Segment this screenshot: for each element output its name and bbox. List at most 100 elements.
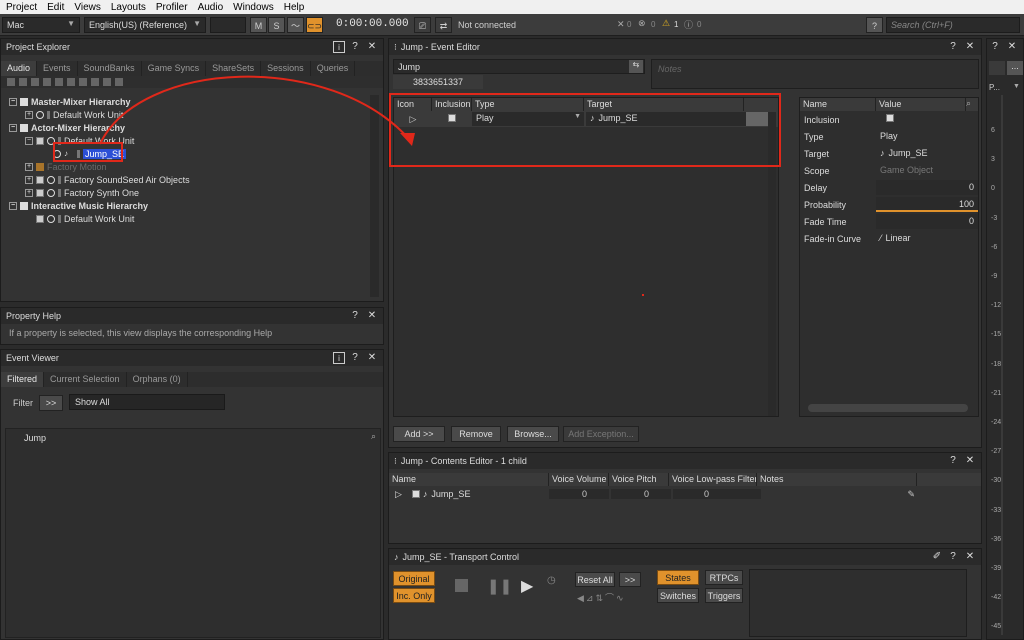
prop-fade-curve[interactable]: Fade-in Curve ⁄ Linear — [800, 230, 978, 247]
tree-item[interactable]: − Interactive Music Hierarchy — [5, 199, 367, 212]
tab-sharesets[interactable]: ShareSets — [206, 61, 262, 76]
play-icon[interactable]: ▶ — [521, 576, 533, 596]
list-item[interactable]: Jump — [6, 429, 380, 447]
close-icon[interactable]: ✕ — [366, 310, 378, 322]
prop-value-target[interactable]: ♪ Jump_SE — [876, 146, 978, 161]
tree-item[interactable]: + Factory Synth One — [5, 186, 367, 199]
prop-value-curve[interactable]: ⁄ Linear — [876, 231, 978, 246]
prop-type[interactable]: Type Play — [800, 128, 978, 145]
rtpcs-button[interactable]: RTPCs — [705, 570, 743, 585]
toolbar-icon[interactable] — [55, 78, 63, 86]
expand-icon[interactable]: + — [25, 175, 33, 184]
prop-value[interactable]: Game Object — [876, 163, 978, 178]
prop-value[interactable]: 100 — [876, 197, 978, 212]
tree-item[interactable]: + Factory Motion — [5, 160, 367, 173]
prop-value[interactable]: Play — [876, 129, 978, 144]
info-icon[interactable]: i — [333, 352, 345, 364]
horizontal-scrollbar[interactable] — [808, 404, 968, 412]
toolbar-icon[interactable] — [19, 78, 27, 86]
mute-button[interactable]: M — [250, 17, 267, 33]
toolbar-icon[interactable] — [31, 78, 39, 86]
link-icon[interactable]: ⊂⊃ — [306, 17, 323, 33]
help-button[interactable]: ? — [866, 17, 883, 33]
meter-more-button[interactable]: ... — [1007, 61, 1023, 75]
help-icon[interactable]: ? — [947, 551, 959, 563]
tab-events[interactable]: Events — [37, 61, 78, 76]
pause-icon[interactable]: ❚❚ — [487, 577, 512, 595]
add-exception-button[interactable]: Add Exception... — [563, 426, 639, 442]
tab-orphans[interactable]: Orphans (0) — [127, 372, 188, 387]
toolbar-icon[interactable] — [91, 78, 99, 86]
toolbar-icon[interactable] — [7, 78, 15, 86]
help-icon[interactable]: ? — [989, 41, 1001, 53]
expand-icon[interactable]: + — [25, 110, 33, 119]
expand-icon[interactable]: + — [25, 188, 33, 197]
help-icon[interactable]: ? — [947, 41, 959, 53]
blank-field[interactable] — [210, 17, 246, 33]
menu-audio[interactable]: Audio — [198, 2, 224, 13]
checkbox-icon[interactable] — [36, 188, 44, 197]
tree-item[interactable]: − Master-Mixer Hierarchy — [5, 95, 367, 108]
help-icon[interactable]: ? — [349, 310, 361, 322]
prop-delay[interactable]: Delay 0 — [800, 179, 978, 196]
prop-value[interactable]: 0 — [876, 214, 978, 229]
menu-project[interactable]: Project — [6, 2, 37, 13]
tree-item[interactable]: + Factory SoundSeed Air Objects — [5, 173, 367, 186]
checkbox-icon[interactable] — [886, 114, 894, 122]
remove-button[interactable]: Remove — [451, 426, 501, 442]
collapse-icon[interactable]: − — [25, 136, 33, 145]
prop-value[interactable]: 0 — [876, 180, 978, 195]
network-icon[interactable]: ⇄ — [435, 17, 452, 33]
tree-item-selected[interactable]: ♪ Jump_SE — [5, 147, 367, 160]
prop-value-inclusion[interactable] — [876, 112, 978, 127]
reset-all-button[interactable]: Reset All — [575, 572, 615, 587]
help-icon[interactable]: ? — [349, 41, 361, 53]
pin-icon[interactable]: ✐ — [931, 551, 943, 563]
close-icon[interactable]: ✕ — [964, 41, 976, 53]
tree-item[interactable]: + Default Work Unit — [5, 108, 367, 121]
collapse-icon[interactable]: − — [9, 201, 17, 210]
prop-target[interactable]: Target ♪ Jump_SE — [800, 145, 978, 162]
volume-field[interactable]: 0 — [549, 489, 609, 499]
tab-soundbanks[interactable]: SoundBanks — [78, 61, 142, 76]
col-name[interactable]: Name — [389, 473, 549, 486]
notes-field[interactable]: Notes — [651, 59, 979, 89]
collapse-icon[interactable]: − — [9, 123, 17, 132]
clock-icon[interactable]: ◷ — [547, 575, 556, 586]
filter-dropdown[interactable]: Show All — [69, 394, 225, 410]
menu-views[interactable]: Views — [74, 2, 101, 13]
col-voice-lpf[interactable]: Voice Low-pass Filter — [669, 473, 757, 486]
toolbar-icon[interactable] — [43, 78, 51, 86]
checkbox-icon[interactable] — [411, 490, 420, 498]
browse-button[interactable]: Browse... — [507, 426, 559, 442]
triggers-button[interactable]: Triggers — [705, 588, 743, 603]
prop-fade-time[interactable]: Fade Time 0 — [800, 213, 978, 230]
collapse-icon[interactable]: − — [9, 97, 17, 106]
toolbar-icon[interactable] — [103, 78, 111, 86]
col-voice-pitch[interactable]: Voice Pitch — [609, 473, 669, 486]
warning-icon[interactable]: ⚠ — [662, 18, 670, 29]
solo-button[interactable]: S — [268, 17, 285, 33]
rename-icon[interactable]: ⇆ — [629, 60, 643, 73]
switches-button[interactable]: Switches — [657, 588, 699, 603]
menu-profiler[interactable]: Profiler — [156, 2, 188, 13]
menu-edit[interactable]: Edit — [47, 2, 64, 13]
language-dropdown[interactable]: English(US) (Reference) ▼ — [84, 17, 206, 33]
curve-icon[interactable]: 〜 — [287, 17, 304, 33]
close-icon[interactable]: ✕ — [1006, 41, 1018, 53]
menu-windows[interactable]: Windows — [233, 2, 274, 13]
expand-arrow-icon[interactable]: ▷ — [395, 489, 402, 500]
pin-icon[interactable]: ⁝ — [394, 456, 397, 467]
add-button[interactable]: Add >> — [393, 426, 445, 442]
toolbar-icon[interactable] — [115, 78, 123, 86]
col-voice-volume[interactable]: Voice Volume — [549, 473, 609, 486]
event-name-field[interactable]: Jump — [393, 59, 645, 74]
info-icon[interactable]: i — [333, 41, 345, 53]
tab-queries[interactable]: Queries — [311, 61, 356, 76]
pitch-field[interactable]: 0 — [611, 489, 671, 499]
platform-dropdown[interactable]: Mac ▼ — [2, 17, 80, 33]
explorer-scrollbar[interactable] — [370, 95, 379, 297]
remote-icon[interactable]: ⎚ — [414, 17, 431, 33]
col-name[interactable]: Name — [800, 98, 876, 111]
toolbar-icon[interactable] — [79, 78, 87, 86]
